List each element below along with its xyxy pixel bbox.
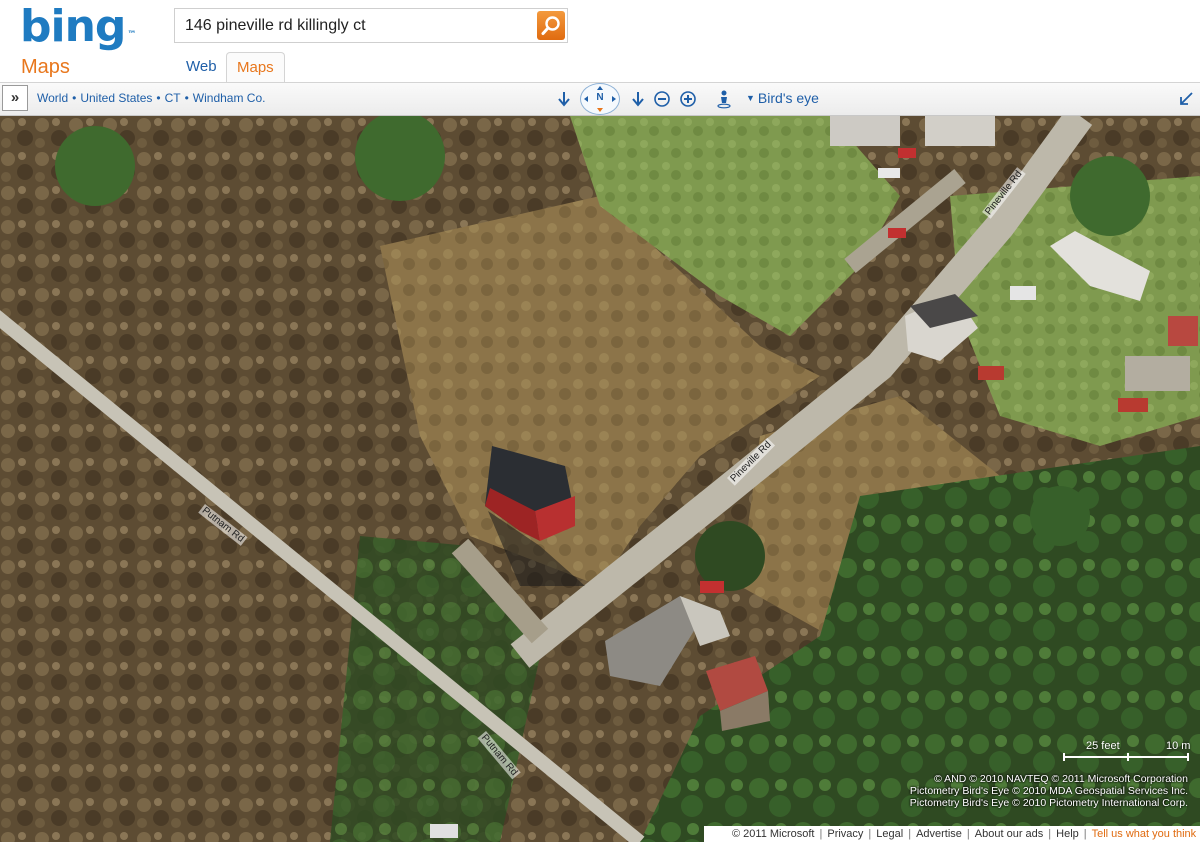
collapse-arrow-icon[interactable] bbox=[1178, 91, 1194, 107]
streetside-person-icon[interactable] bbox=[714, 89, 734, 109]
footer-link-about-ads[interactable]: About our ads bbox=[975, 828, 1044, 840]
rotate-right-icon[interactable] bbox=[628, 89, 648, 109]
footer: © 2011 Microsoft | Privacy | Legal | Advertise… bbox=[704, 826, 1200, 842]
view-mode-dropdown[interactable]: ▼ Bird's eye bbox=[746, 90, 819, 106]
bing-logo[interactable]: bing ™ bbox=[20, 1, 136, 52]
footer-link-feedback[interactable]: Tell us what you think bbox=[1092, 828, 1197, 840]
product-name[interactable]: Maps bbox=[21, 56, 70, 79]
view-mode-label: Bird's eye bbox=[757, 90, 819, 106]
breadcrumb-world[interactable]: World bbox=[37, 91, 68, 105]
search-input[interactable] bbox=[175, 9, 535, 42]
breadcrumb-country[interactable]: United States bbox=[80, 91, 152, 105]
scale-bar-icon bbox=[1063, 753, 1189, 761]
map-canvas[interactable]: Pineville Rd Pineville Rd Putnam Rd Putn… bbox=[0, 116, 1200, 842]
footer-link-legal[interactable]: Legal bbox=[876, 828, 903, 840]
chevron-down-icon: ▼ bbox=[746, 93, 755, 103]
search-button[interactable] bbox=[537, 11, 565, 40]
logo-trademark: ™ bbox=[127, 30, 136, 40]
breadcrumb: World • United States • CT • Windham Co. bbox=[37, 91, 266, 105]
zoom-out-icon[interactable] bbox=[652, 89, 672, 109]
copyright-line: Pictometry Bird's Eye © 2010 MDA Geospat… bbox=[909, 785, 1188, 797]
breadcrumb-state[interactable]: CT bbox=[165, 91, 181, 105]
tab-maps[interactable]: Maps bbox=[226, 52, 285, 84]
expand-panel-button[interactable]: » bbox=[2, 85, 28, 111]
tab-web[interactable]: Web bbox=[176, 52, 227, 82]
footer-copyright: © 2011 Microsoft bbox=[732, 828, 815, 840]
map-toolbar: » World • United States • CT • Windham Co. N bbox=[0, 82, 1200, 116]
compass-north-label: N bbox=[596, 92, 604, 103]
footer-link-advertise[interactable]: Advertise bbox=[916, 828, 962, 840]
header: bing™ Maps Web Maps bbox=[0, 0, 1200, 84]
rotate-left-icon[interactable] bbox=[554, 89, 574, 109]
map-navigation: N ▼ Bird's eye bbox=[552, 83, 882, 115]
aerial-imagery bbox=[0, 116, 1200, 842]
copyright-line: © AND © 2010 NAVTEQ © 2011 Microsoft Cor… bbox=[934, 773, 1188, 785]
zoom-in-icon[interactable] bbox=[678, 89, 698, 109]
copyright-line: Pictometry Bird's Eye © 2010 Pictometry … bbox=[909, 797, 1188, 809]
footer-link-privacy[interactable]: Privacy bbox=[827, 828, 863, 840]
search-icon bbox=[541, 16, 560, 35]
search-box bbox=[174, 8, 568, 43]
logo-text: bing bbox=[20, 1, 126, 52]
map-scale: 25 feet 10 m bbox=[1062, 740, 1192, 770]
compass-control[interactable]: N bbox=[580, 83, 620, 115]
footer-link-help[interactable]: Help bbox=[1056, 828, 1079, 840]
breadcrumb-county[interactable]: Windham Co. bbox=[193, 91, 266, 105]
map-copyright: © AND © 2010 NAVTEQ © 2011 Microsoft Cor… bbox=[910, 773, 1188, 809]
